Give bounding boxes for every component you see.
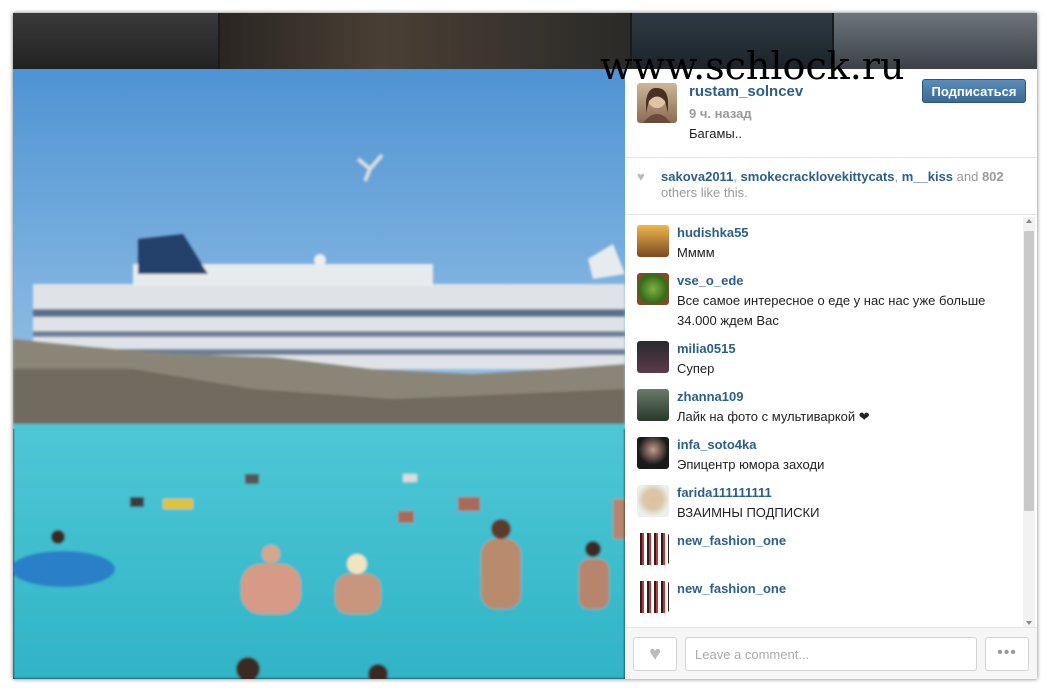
- post-timestamp[interactable]: 9 ч. назад: [689, 106, 752, 121]
- likes-count[interactable]: 802: [982, 169, 1004, 184]
- liker-username[interactable]: smokecracklovekittycats: [741, 169, 895, 184]
- commenter-avatar[interactable]: [637, 389, 669, 421]
- likes-summary: sakova2011, smokecracklovekittycats, m__…: [661, 169, 1026, 201]
- liker-username[interactable]: m__kiss: [902, 169, 953, 184]
- commenter-avatar[interactable]: [637, 273, 669, 305]
- more-options-button[interactable]: •••: [985, 637, 1029, 671]
- commenter-avatar[interactable]: [637, 581, 669, 613]
- comments-scrollbar[interactable]: [1023, 217, 1035, 627]
- beach-photo-image: [13, 69, 625, 679]
- scrollbar-thumb[interactable]: [1024, 231, 1034, 511]
- commenter-avatar[interactable]: [637, 485, 669, 517]
- comment-text: Супер: [677, 361, 715, 376]
- comment-username[interactable]: infa_soto4ka: [677, 437, 756, 452]
- comment-username[interactable]: new_fashion_one: [677, 533, 786, 548]
- scroll-down-arrow-icon[interactable]: [1026, 621, 1032, 625]
- comment-username[interactable]: zhanna109: [677, 389, 743, 404]
- post-sidebar: rustam_solncev 9 ч. назад Багамы.. Подпи…: [625, 69, 1037, 679]
- likes-suffix: others like this.: [661, 185, 748, 200]
- separator: ,: [894, 169, 902, 184]
- comment-username[interactable]: milia0515: [677, 341, 736, 356]
- post-modal: rustam_solncev 9 ч. назад Багамы.. Подпи…: [13, 13, 1037, 679]
- commenter-avatar[interactable]: [637, 437, 669, 469]
- author-avatar[interactable]: [637, 83, 677, 123]
- more-dots-icon: •••: [997, 644, 1017, 661]
- feed-thumbnail[interactable]: [13, 13, 218, 69]
- heart-icon: ♥: [649, 643, 661, 665]
- comment-text: Мммм: [677, 245, 715, 260]
- comment-username[interactable]: new_fashion_one: [677, 581, 786, 596]
- comments-list: hudishka55 Мммм vse_o_ede Все самое инте…: [625, 215, 1025, 627]
- like-button[interactable]: ♥: [633, 637, 677, 671]
- comment-footer: ♥ •••: [625, 627, 1037, 679]
- comment-text: Лайк на фото с мультиваркой ❤: [677, 409, 870, 424]
- scroll-up-arrow-icon[interactable]: [1026, 219, 1032, 223]
- comment-text: Все самое интересное о еде у нас нас уже…: [677, 293, 986, 328]
- commenter-avatar[interactable]: [637, 533, 669, 565]
- commenter-avatar[interactable]: [637, 341, 669, 373]
- likes-section: ♥ sakova2011, smokecracklovekittycats, m…: [625, 158, 1037, 215]
- liker-username[interactable]: sakova2011: [661, 169, 733, 184]
- separator: ,: [733, 169, 741, 184]
- follow-button[interactable]: Подписаться: [922, 79, 1026, 103]
- comment-text: ВЗАИМНЫ ПОДПИСКИ: [677, 505, 820, 520]
- feed-thumbnail[interactable]: [220, 13, 630, 69]
- post-caption: Багамы..: [689, 126, 742, 141]
- watermark-text: www.schlock.ru: [600, 44, 905, 88]
- comment-username[interactable]: hudishka55: [677, 225, 749, 240]
- heart-icon: ♥: [637, 169, 645, 184]
- comment-text: Эпицентр юмора заходи: [677, 457, 825, 472]
- post-photo[interactable]: [13, 69, 625, 679]
- commenter-avatar[interactable]: [637, 225, 669, 257]
- comment-username[interactable]: farida111111111: [677, 485, 772, 500]
- comment-input[interactable]: [685, 637, 977, 671]
- comment-username[interactable]: vse_o_ede: [677, 273, 744, 288]
- and-text: and: [953, 169, 982, 184]
